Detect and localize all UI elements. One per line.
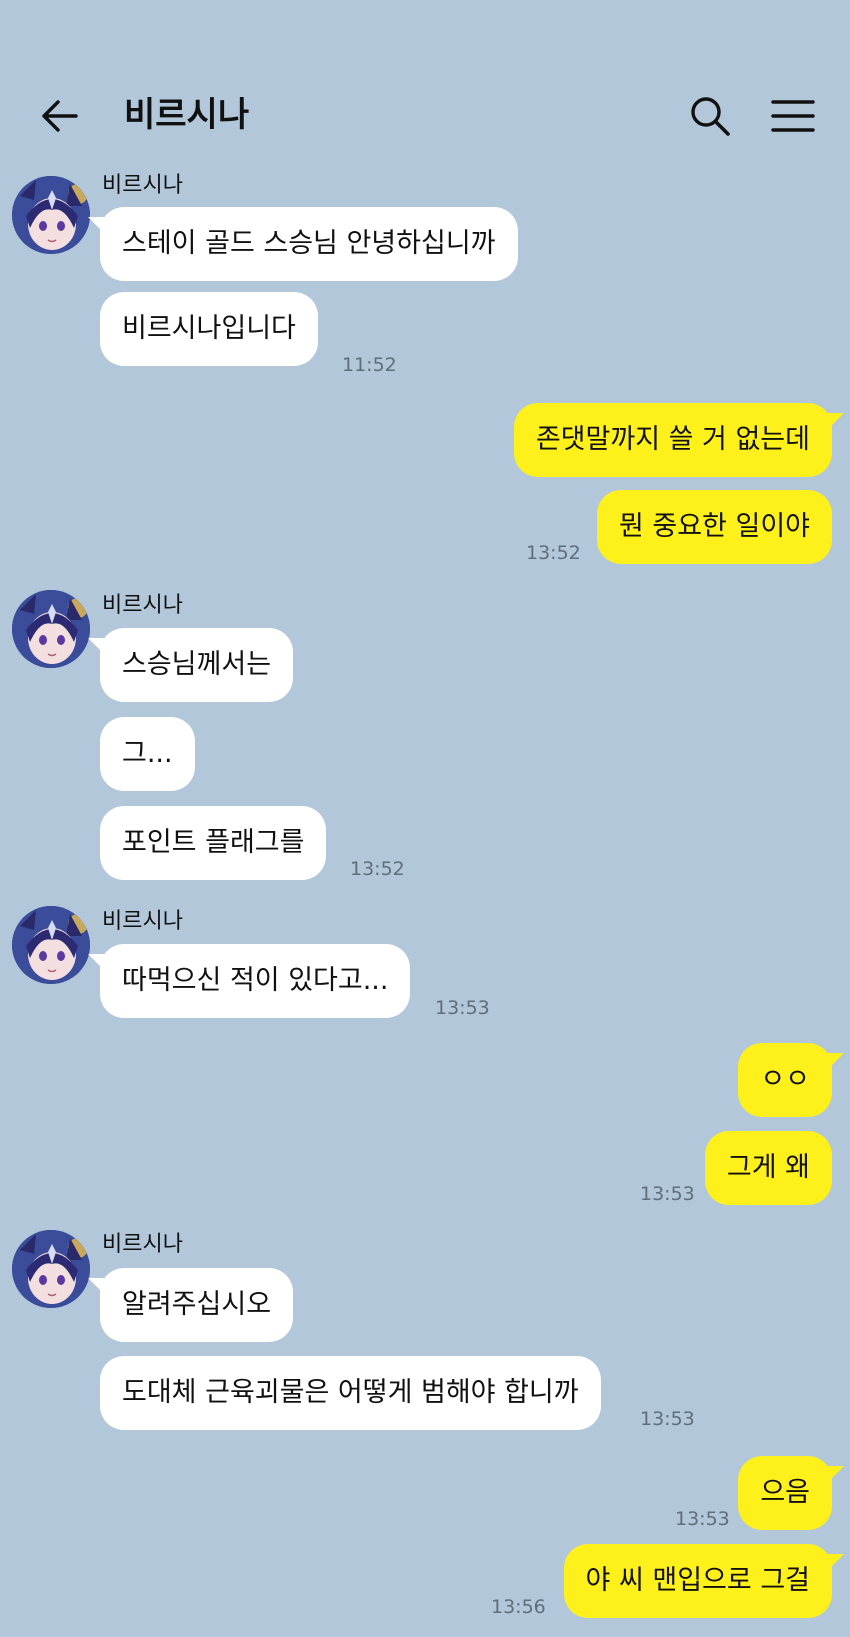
- hamburger-menu-icon: [771, 100, 815, 132]
- incoming-message[interactable]: 알려주십시오: [87, 1268, 294, 1342]
- message-time: 13:56: [491, 1596, 546, 1618]
- search-icon: [691, 97, 730, 136]
- outgoing-message[interactable]: 뭔 중요한 일이야: [596, 490, 832, 564]
- outgoing-message[interactable]: 으음: [738, 1456, 844, 1530]
- message-time: 11:52: [342, 354, 397, 376]
- outgoing-message[interactable]: 존댓말까지 쓸 거 없는데: [513, 403, 845, 477]
- search-button[interactable]: [688, 94, 732, 138]
- message-time: 13:53: [675, 1508, 730, 1530]
- back-button[interactable]: [38, 94, 82, 138]
- incoming-message[interactable]: 포인트 플래그를: [100, 806, 327, 880]
- sender-avatar[interactable]: [12, 590, 90, 668]
- sender-avatar[interactable]: [12, 1230, 90, 1308]
- incoming-message[interactable]: 그...: [100, 717, 195, 791]
- avatar-image: [12, 906, 90, 984]
- message-time: 13:52: [526, 542, 581, 564]
- incoming-message[interactable]: 스승님께서는: [87, 628, 294, 702]
- incoming-message[interactable]: 스테이 골드 스승님 안녕하십니까: [88, 207, 518, 281]
- message-time: 13:53: [435, 997, 490, 1019]
- sender-name: 비르시나: [102, 1232, 183, 1257]
- avatar-image: [12, 1230, 90, 1308]
- incoming-message[interactable]: 따먹으신 적이 있다고...: [87, 944, 411, 1018]
- sender-avatar[interactable]: [12, 176, 90, 254]
- menu-button[interactable]: [770, 96, 816, 136]
- sender-name: 비르시나: [102, 593, 183, 618]
- sender-name: 비르시나: [102, 173, 183, 198]
- incoming-message[interactable]: 비르시나입니다: [100, 292, 318, 366]
- outgoing-message[interactable]: 야 씨 맨입으로 그걸: [563, 1544, 845, 1618]
- outgoing-message[interactable]: 그게 왜: [704, 1131, 832, 1205]
- sender-name: 비르시나: [102, 909, 183, 934]
- avatar-image: [12, 590, 90, 668]
- outgoing-message[interactable]: ㅇㅇ: [738, 1043, 844, 1117]
- avatar-image: [12, 176, 90, 254]
- chat-title: 비르시나: [124, 95, 250, 135]
- message-time: 13:53: [640, 1408, 695, 1430]
- sender-avatar[interactable]: [12, 906, 90, 984]
- message-time: 13:53: [640, 1183, 695, 1205]
- message-time: 13:52: [350, 858, 405, 880]
- chat-header: 비르시나: [0, 0, 850, 150]
- back-arrow-icon: [42, 100, 78, 132]
- incoming-message[interactable]: 도대체 근육괴물은 어떻게 범해야 합니까: [100, 1356, 601, 1430]
